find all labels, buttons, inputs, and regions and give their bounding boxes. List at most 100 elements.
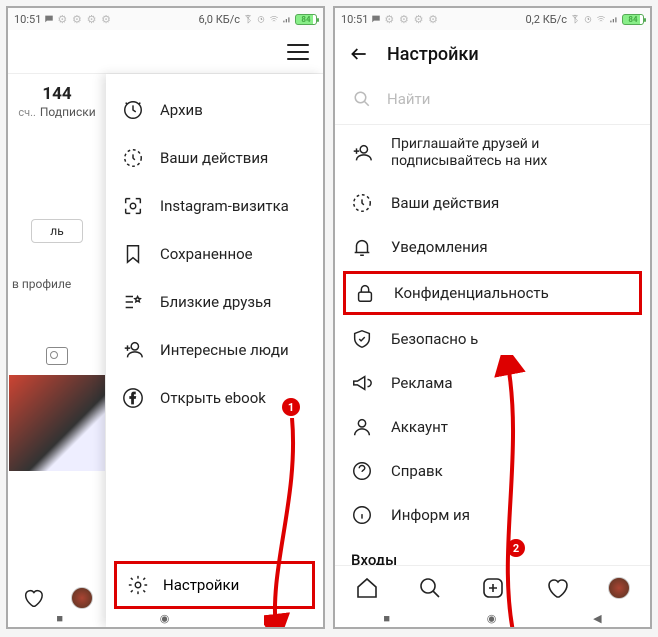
settings-label: Реклама <box>391 374 453 392</box>
alarm-icon <box>583 14 593 24</box>
bookmark-icon <box>122 243 144 265</box>
archive-icon <box>122 99 144 121</box>
menu-label: Открыть ebook <box>160 389 266 407</box>
heart-icon[interactable] <box>22 587 44 609</box>
activity-icon <box>122 147 144 169</box>
stat-label: Подписки <box>40 105 96 119</box>
menu-label: Интересные люди <box>160 341 289 359</box>
menu-close-friends[interactable]: Близкие друзья <box>106 278 323 326</box>
alarm-icon <box>256 14 266 24</box>
profile-header <box>8 30 323 74</box>
settings-about[interactable]: Информ ия <box>335 493 650 537</box>
settings-label: Ваши действия <box>391 194 499 212</box>
bottom-nav <box>335 565 650 609</box>
post-thumbnail[interactable] <box>9 375 105 471</box>
message-icon <box>44 14 54 24</box>
nav-home-icon[interactable]: ◉ <box>160 612 170 625</box>
signal-icon <box>282 14 292 24</box>
heart-icon[interactable] <box>545 576 569 600</box>
menu-nametag[interactable]: Instagram-визитка <box>106 182 323 230</box>
settings-security[interactable]: Безопасно ь <box>335 317 650 361</box>
settings-label: Аккаунт <box>391 418 448 436</box>
lock-icon <box>354 282 376 304</box>
bell-icon <box>351 236 373 258</box>
settings-help[interactable]: Справк <box>335 449 650 493</box>
menu-saved[interactable]: Сохраненное <box>106 230 323 278</box>
menu-label: Instagram-визитка <box>160 197 289 215</box>
message-icon <box>371 14 381 24</box>
nav-home-icon[interactable]: ◉ <box>487 612 497 625</box>
profile-avatar-icon[interactable] <box>608 577 630 599</box>
search-icon[interactable] <box>418 576 442 600</box>
add-people-icon <box>351 142 373 164</box>
battery-icon: 84 <box>622 14 644 25</box>
settings-account[interactable]: Аккаунт <box>335 405 650 449</box>
menu-activity[interactable]: Ваши действия <box>106 134 323 182</box>
status-dots: ⚙ ⚙ ⚙ ⚙ <box>57 13 112 26</box>
settings-header: Настройки <box>335 30 650 78</box>
status-dots: ⚙ ⚙ ⚙ ⚙ <box>384 13 439 26</box>
back-arrow-icon[interactable] <box>349 44 369 64</box>
nav-recent-icon[interactable]: ■ <box>383 612 390 625</box>
settings-label: Приглашайте друзей и подписывайтесь на н… <box>391 136 634 170</box>
status-data-rate: 0,2 КБ/с <box>525 13 567 26</box>
info-icon <box>351 504 373 526</box>
menu-archive[interactable]: Архив <box>106 86 323 134</box>
settings-activity[interactable]: Ваши действия <box>335 181 650 225</box>
screenshot-right: 10:51 ⚙ ⚙ ⚙ ⚙ 0,2 КБ/с 84 Настройки Найт… <box>333 6 652 629</box>
settings-label: Информ ия <box>391 506 470 524</box>
nametag-icon <box>122 195 144 217</box>
settings-label: Справк <box>391 462 443 480</box>
status-bar: 10:51 ⚙ ⚙ ⚙ ⚙ 6,0 КБ/с 84 <box>8 8 323 30</box>
settings-label: Конфиденциальность <box>394 284 549 302</box>
profile-link-text: в профиле <box>8 277 106 291</box>
signal-icon <box>609 14 619 24</box>
search-placeholder: Найти <box>387 90 430 108</box>
wifi-icon <box>269 14 279 24</box>
settings-privacy[interactable]: Конфиденциальность <box>343 271 642 315</box>
nav-back-icon[interactable]: ◀ <box>593 612 601 625</box>
menu-label: Ваши действия <box>160 149 268 167</box>
hamburger-icon[interactable] <box>287 44 309 60</box>
bluetooth-icon <box>243 14 253 24</box>
page-title: Настройки <box>387 44 479 65</box>
menu-discover[interactable]: Интересные люди <box>106 326 323 374</box>
menu-label: Сохраненное <box>160 245 253 263</box>
help-icon <box>351 460 373 482</box>
menu-label: Настройки <box>163 576 239 594</box>
settings-label: Уведомления <box>391 238 488 256</box>
screenshot-left: 10:51 ⚙ ⚙ ⚙ ⚙ 6,0 КБ/с 84 144 сч.. Подпи… <box>6 6 325 629</box>
stat-count: 144 <box>8 84 106 104</box>
side-menu: Архив Ваши действия Instagram-визитка Со… <box>106 74 323 627</box>
edit-profile-button[interactable]: ль <box>31 219 83 243</box>
bluetooth-icon <box>570 14 580 24</box>
person-icon <box>351 416 373 438</box>
status-time: 10:51 <box>14 13 41 26</box>
activity-icon <box>351 192 373 214</box>
settings-invite[interactable]: Приглашайте друзей и подписывайтесь на н… <box>335 125 650 181</box>
settings-notifications[interactable]: Уведомления <box>335 225 650 269</box>
status-data-rate: 6,0 КБ/с <box>198 13 240 26</box>
battery-icon: 84 <box>295 14 317 25</box>
settings-list: Приглашайте друзей и подписывайтесь на н… <box>335 125 650 627</box>
status-bar: 10:51 ⚙ ⚙ ⚙ ⚙ 0,2 КБ/с 84 <box>335 8 650 30</box>
gear-icon <box>127 574 149 596</box>
tagged-tab-icon[interactable] <box>46 347 68 365</box>
menu-settings[interactable]: Настройки <box>114 561 315 609</box>
stat-prefix: сч.. <box>18 106 36 119</box>
megaphone-icon <box>351 372 373 394</box>
nav-recent-icon[interactable]: ■ <box>56 612 63 625</box>
menu-label: Архив <box>160 101 203 119</box>
menu-label: Близкие друзья <box>160 293 271 311</box>
annotation-marker-2: 2 <box>507 539 525 557</box>
following-stat[interactable]: 144 сч.. Подписки <box>8 84 106 119</box>
add-post-icon[interactable] <box>481 576 505 600</box>
settings-ads[interactable]: Реклама <box>335 361 650 405</box>
android-nav-bar: ■ ◉ ◀ <box>8 609 323 627</box>
wifi-icon <box>596 14 606 24</box>
search-row[interactable]: Найти <box>335 78 650 124</box>
home-icon[interactable] <box>355 576 379 600</box>
profile-avatar-icon[interactable] <box>71 587 93 609</box>
status-time: 10:51 <box>341 13 368 26</box>
nav-back-icon[interactable]: ◀ <box>266 612 274 625</box>
